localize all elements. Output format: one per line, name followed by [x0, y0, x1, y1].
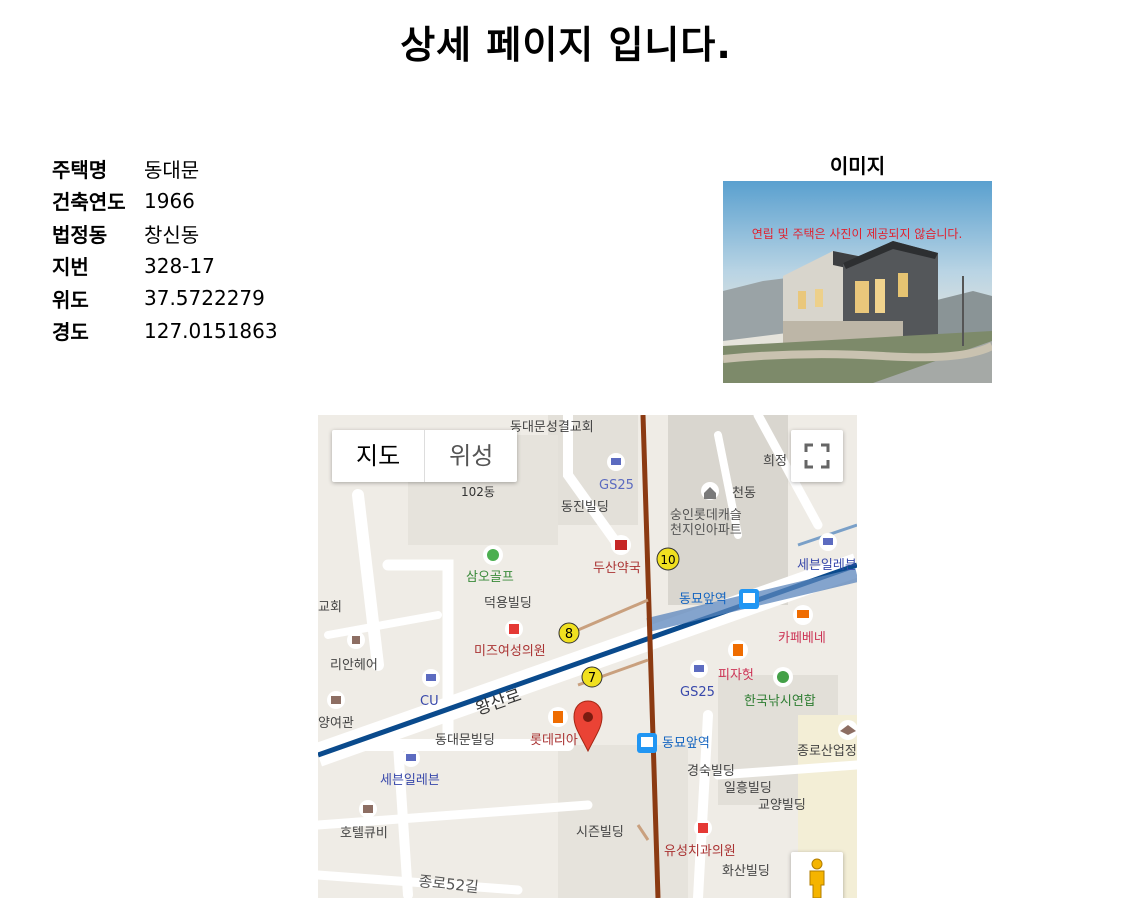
- info-value: 127.0151863: [144, 318, 278, 343]
- map-label: 삼오골프: [466, 570, 514, 585]
- info-row-dong: 법정동 창신동: [52, 217, 278, 250]
- info-value: 328-17: [144, 253, 215, 278]
- map-label: 종로산업정: [797, 744, 857, 759]
- map-label: 교양빌딩: [758, 798, 806, 813]
- map-label: 경숙빌딩: [687, 764, 735, 779]
- map-label: 피자헛: [718, 668, 754, 683]
- street-view-button[interactable]: [791, 852, 843, 898]
- info-value: 창신동: [144, 222, 200, 247]
- info-value: 1966: [144, 188, 195, 213]
- map-label: 동묘앞역: [679, 592, 727, 607]
- map-type-map-button[interactable]: 지도: [332, 430, 426, 482]
- house-info-table: 주택명 동대문 건축연도 1966 법정동 창신동 지번 328-17 위도 3…: [52, 152, 278, 347]
- info-label: 지번: [52, 255, 89, 280]
- map-label: 102동: [461, 485, 495, 499]
- map-label: 세븐일레븐: [797, 558, 857, 573]
- info-label: 위도: [52, 287, 89, 312]
- fullscreen-icon: [804, 443, 830, 469]
- info-value: 37.5722279: [144, 286, 265, 311]
- map-label: 시즌빌딩: [576, 825, 624, 840]
- fullscreen-button[interactable]: [791, 430, 843, 482]
- line-7-badge: 7: [588, 671, 596, 686]
- image-notice: 연립 및 주택은 사진이 제공되지 않습니다.: [752, 227, 963, 241]
- map-label: 동대문빌딩: [435, 733, 495, 748]
- map-label: 양여관: [318, 716, 354, 731]
- map-label: 카페베네: [778, 631, 826, 646]
- map-label: 리안헤어: [330, 658, 378, 673]
- info-row-lng: 경도 127.0151863: [52, 315, 278, 348]
- map-label: 동진빌딩: [561, 500, 609, 515]
- map-label: 일흥빌딩: [724, 781, 772, 796]
- map-label: 롯데리아: [530, 733, 578, 748]
- map-label: 동대문성결교회: [510, 420, 594, 435]
- info-label: 건축연도: [52, 190, 126, 215]
- map-label: 두산약국: [593, 561, 641, 576]
- map-view[interactable]: 8 7 10 동대문성결교회 희정 천동 102동 GS25 동진빌딩 숭인롯데…: [318, 415, 857, 898]
- info-row-year: 건축연도 1966: [52, 185, 278, 218]
- line-10-badge: 10: [660, 553, 675, 567]
- info-value: 동대문: [144, 157, 200, 182]
- map-label: 유성치과의원: [664, 844, 736, 859]
- page-title: 상세 페이지 입니다.: [400, 23, 732, 67]
- info-label: 법정동: [52, 222, 108, 247]
- map-label: 동묘앞역: [662, 736, 710, 751]
- image-title: 이미지: [829, 154, 886, 178]
- map-type-satellite-button[interactable]: 위성: [425, 430, 517, 482]
- map-label: 희정: [763, 454, 787, 469]
- map-label: 한국낚시연합: [744, 694, 816, 709]
- house-photo: 연립 및 주택은 사진이 제공되지 않습니다.: [723, 181, 992, 383]
- info-row-name: 주택명 동대문: [52, 152, 278, 185]
- map-label: 덕용빌딩: [484, 596, 532, 611]
- map-label: 세븐일레븐: [380, 773, 440, 788]
- map-label: 천동: [732, 486, 756, 501]
- map-type-control: 지도 위성: [332, 430, 518, 482]
- map-label: GS25: [599, 478, 634, 493]
- info-row-lat: 위도 37.5722279: [52, 282, 278, 315]
- image-panel: 이미지 연립 및 주택은 사진이 제공되지 않습니다.: [723, 152, 992, 383]
- map-label: 화산빌딩: [722, 864, 770, 879]
- line-8-badge: 8: [565, 627, 573, 642]
- map-label: 미즈여성의원: [474, 644, 546, 659]
- map-label: 천지인아파트: [670, 523, 742, 538]
- info-row-lot: 지번 328-17: [52, 250, 278, 283]
- map-label: 호텔큐비: [340, 826, 388, 841]
- info-label: 주택명: [52, 157, 108, 182]
- map-label: GS25: [680, 685, 715, 700]
- info-label: 경도: [52, 320, 89, 345]
- map-label: 교회: [318, 600, 342, 615]
- pegman-icon: [809, 858, 825, 898]
- map-label: 숭인롯데캐슬: [670, 508, 742, 523]
- map-label: CU: [420, 694, 439, 709]
- map-canvas[interactable]: 8 7 10 동대문성결교회 희정 천동 102동 GS25 동진빌딩 숭인롯데…: [318, 415, 857, 898]
